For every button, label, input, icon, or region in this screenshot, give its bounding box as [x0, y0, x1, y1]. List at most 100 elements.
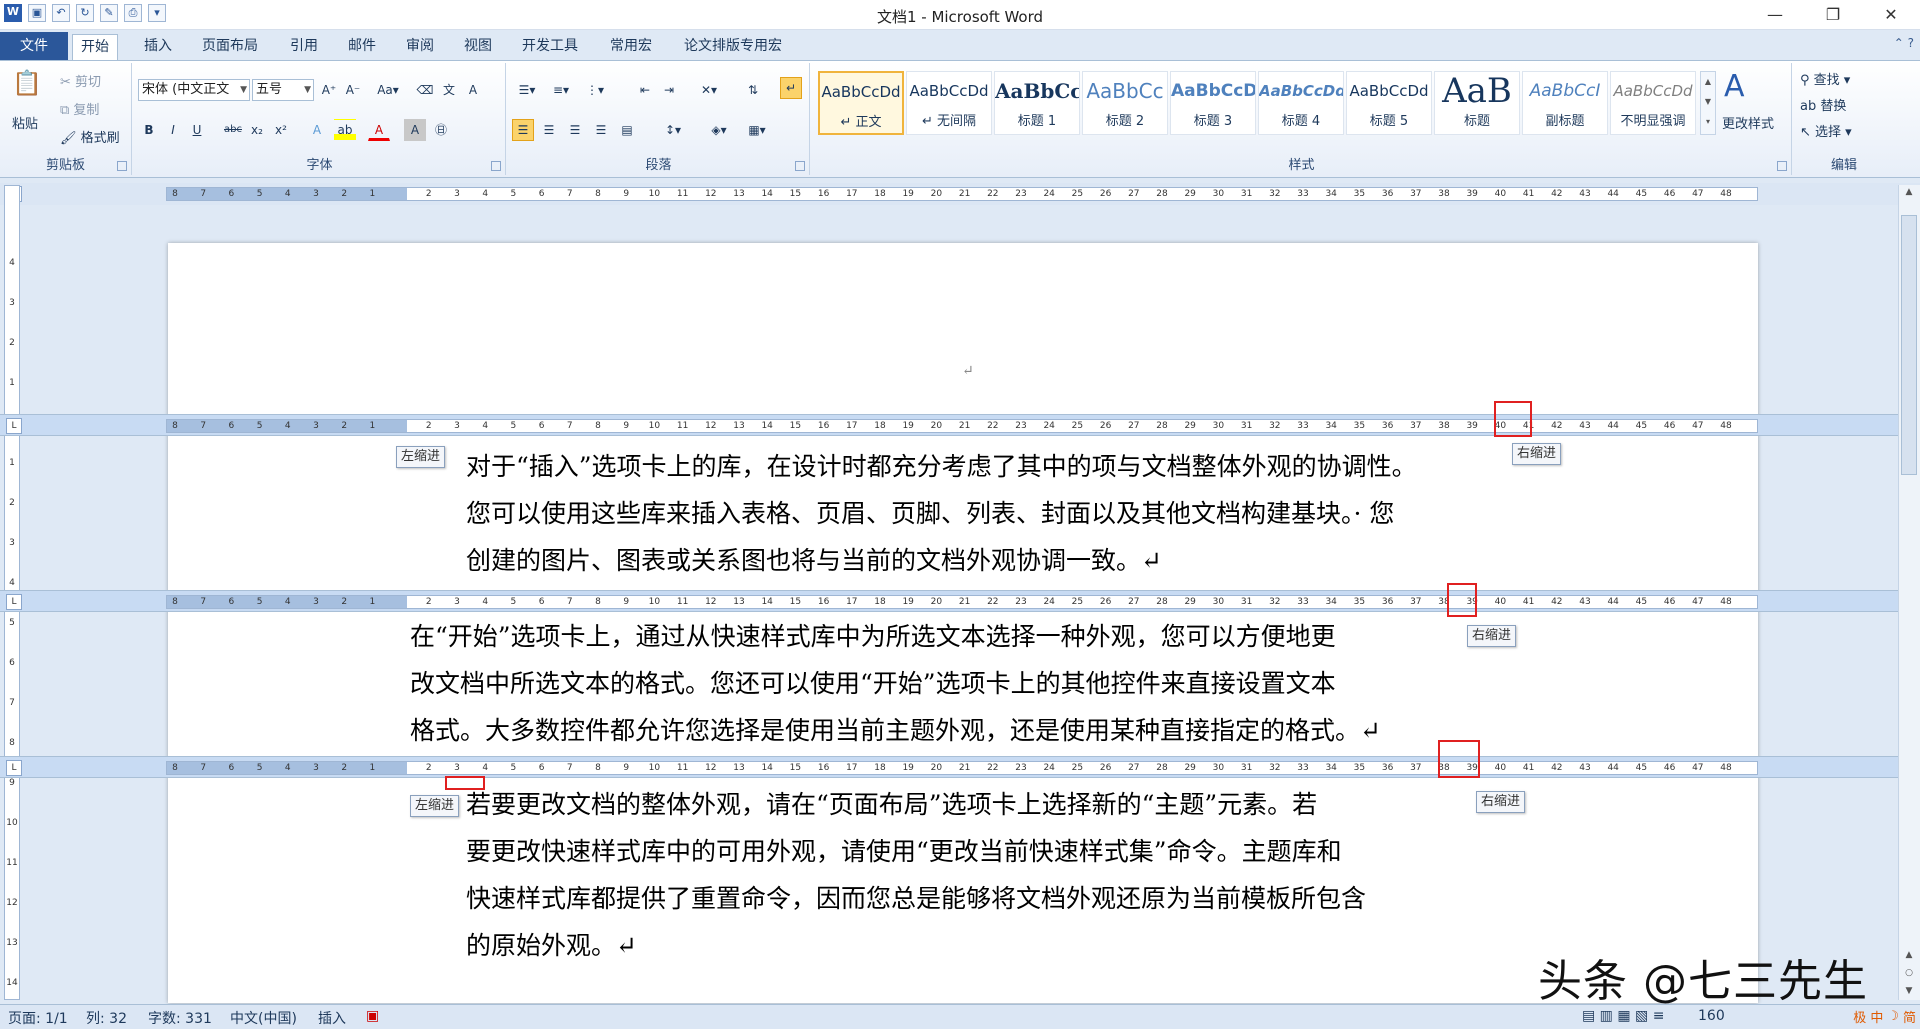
- paste-button[interactable]: 粘贴: [12, 113, 38, 132]
- char-border-icon[interactable]: A: [462, 79, 484, 101]
- char-shading-icon[interactable]: A: [404, 119, 426, 141]
- prev-page-icon[interactable]: ▲: [1899, 950, 1919, 960]
- clipboard-launcher-icon[interactable]: [117, 161, 127, 171]
- bullets-icon[interactable]: ☰▾: [512, 79, 542, 101]
- font-launcher-icon[interactable]: [491, 161, 501, 171]
- style-subtitle[interactable]: AaBbCcI 副标题: [1522, 71, 1608, 135]
- macro-record-icon[interactable]: ▣: [366, 1008, 379, 1024]
- text-effects-icon[interactable]: A: [306, 119, 328, 141]
- paragraph-launcher-icon[interactable]: [795, 161, 805, 171]
- underline-button[interactable]: U: [186, 119, 208, 141]
- ime-moon-icon[interactable]: ☽: [1887, 1009, 1899, 1024]
- tab-file[interactable]: 文件: [0, 32, 68, 60]
- asian-layout-icon[interactable]: ✕▾: [694, 79, 724, 101]
- font-name-combo[interactable]: 宋体 (中文正文 ▼: [138, 79, 250, 101]
- find-button[interactable]: ⚲ 查找 ▾: [1800, 69, 1850, 88]
- style-no-spacing[interactable]: AaBbCcDd ↵ 无间隔: [906, 71, 992, 135]
- subscript-button[interactable]: x₂: [246, 119, 268, 141]
- shading-icon[interactable]: ◈▾: [704, 119, 734, 141]
- horizontal-ruler[interactable]: L 87654321234567891011121314151617181920…: [0, 183, 1920, 205]
- print-preview-icon[interactable]: ⎙: [124, 4, 142, 22]
- align-center-icon[interactable]: ☰: [538, 119, 560, 141]
- change-styles-icon[interactable]: A: [1724, 69, 1745, 104]
- word-logo-icon[interactable]: W: [4, 4, 22, 22]
- tab-common-macros[interactable]: 常用宏: [602, 34, 660, 60]
- style-heading-4[interactable]: AaBbCcDd 标题 4: [1258, 71, 1344, 135]
- style-title[interactable]: AaB 标题: [1434, 71, 1520, 135]
- tab-selector[interactable]: L: [6, 594, 22, 610]
- show-marks-icon[interactable]: ↵: [780, 77, 802, 99]
- ime-toolbar[interactable]: 极 中 ☽ 简: [1853, 1004, 1916, 1029]
- numbering-icon[interactable]: ≡▾: [546, 79, 576, 101]
- multilevel-list-icon[interactable]: ⋮▾: [580, 79, 610, 101]
- next-page-icon[interactable]: ▼: [1899, 986, 1919, 996]
- styles-gallery-scroll[interactable]: ▲ ▼ ▾: [1700, 71, 1716, 135]
- replace-button[interactable]: ab 替换: [1800, 95, 1846, 114]
- status-language[interactable]: 中文(中国): [230, 1008, 297, 1028]
- paragraph-1-line-2[interactable]: 您可以使用这些库来插入表格、页眉、页脚、列表、封面以及其他文档构建基块。· 您: [466, 490, 1394, 537]
- tab-insert[interactable]: 插入: [136, 34, 180, 60]
- clear-format-icon[interactable]: ⌫: [414, 79, 436, 101]
- minimize-button[interactable]: —: [1746, 0, 1804, 30]
- ime-logo[interactable]: 极: [1853, 1007, 1866, 1026]
- close-button[interactable]: ✕: [1862, 0, 1920, 30]
- tab-selector[interactable]: L: [6, 760, 22, 776]
- decrease-indent-icon[interactable]: ⇤: [634, 79, 656, 101]
- ruler-bar[interactable]: 8 7 6 5 4 3 2 1 2 3 4 5 6 7 8 9 10 11 12 13 14 15 16 17 18 19 20 21…: [166, 595, 1758, 609]
- ruler-bar[interactable]: 8 7 6 5 4 3 2 1 2 3 4 5 6 7 8 9 10 11 12 13 14 15 16 17 18 19 20 21…: [166, 761, 1758, 775]
- style-normal[interactable]: AaBbCcDd ↵ 正文: [818, 71, 904, 135]
- distributed-icon[interactable]: ▤: [616, 119, 638, 141]
- sort-icon[interactable]: ⇅: [742, 79, 764, 101]
- tab-home[interactable]: 开始: [72, 34, 118, 61]
- grow-font-icon[interactable]: A⁺: [318, 79, 340, 101]
- phonetic-guide-icon[interactable]: 文: [438, 79, 460, 101]
- copy-button[interactable]: ⧉ 复制: [60, 99, 99, 118]
- paragraph-3-line-1[interactable]: 若要更改文档的整体外观，请在“页面布局”选项卡上选择新的“主题”元素。若: [466, 781, 1317, 828]
- document-page[interactable]: ↵ 对于“插入”选项卡上的库，在设计时都充分考虑了其中的项与文档整体外观的协调性…: [168, 243, 1758, 1003]
- restore-button[interactable]: ❐: [1804, 0, 1862, 30]
- ime-simplified[interactable]: 简: [1903, 1007, 1916, 1026]
- tab-references[interactable]: 引用: [282, 34, 326, 60]
- tab-view[interactable]: 视图: [456, 34, 500, 60]
- browse-object-icon[interactable]: ○: [1899, 968, 1919, 978]
- paragraph-3-line-3[interactable]: 快速样式库都提供了重置命令，因而您总是能够将文档外观还原为当前模板所包含: [466, 875, 1366, 922]
- style-heading-3[interactable]: AaBbCcD 标题 3: [1170, 71, 1256, 135]
- strikethrough-button[interactable]: abc: [222, 119, 244, 141]
- undo-icon[interactable]: ↶: [52, 4, 70, 22]
- paragraph-2-line-2[interactable]: 改文档中所选文本的格式。您还可以使用“开始”选项卡上的其他控件来直接设置文本: [410, 660, 1336, 707]
- redo-icon[interactable]: ↻: [76, 4, 94, 22]
- shrink-font-icon[interactable]: A⁻: [342, 79, 364, 101]
- ruler-bar[interactable]: 8 7 6 5 4 3 2 1 2 3 4 5 6 7 8 9 10 11 12 13 14 15 16 17 18 19 20 21…: [166, 187, 1758, 201]
- cut-button[interactable]: ✂ 剪切: [60, 71, 101, 90]
- ruler-overlay-2[interactable]: L 8 7 6 5 4 3 2 1 2 3 4 5 6 7 8 9 10 11 12 13 14 15 16 17 18 19 20…: [0, 590, 1920, 612]
- tab-selector[interactable]: L: [6, 418, 22, 434]
- change-case-icon[interactable]: Aa▾: [372, 79, 404, 101]
- tab-thesis-macros[interactable]: 论文排版专用宏: [676, 34, 790, 60]
- paragraph-1-line-3[interactable]: 创建的图片、图表或关系图也将与当前的文档外观协调一致。↵: [466, 537, 1162, 584]
- align-left-icon[interactable]: ☰: [512, 119, 534, 141]
- style-heading-5[interactable]: AaBbCcDd 标题 5: [1346, 71, 1432, 135]
- help-icon[interactable]: ⌃ ?: [1894, 36, 1914, 50]
- status-insert-mode[interactable]: 插入: [318, 1008, 346, 1028]
- status-column[interactable]: 列: 32: [86, 1008, 127, 1028]
- paragraph-2-line-3[interactable]: 格式。大多数控件都允许您选择是使用当前主题外观，还是使用某种直接指定的格式。↵: [410, 707, 1381, 754]
- paragraph-1-line-1[interactable]: 对于“插入”选项卡上的库，在设计时都充分考虑了其中的项与文档整体外观的协调性。: [466, 443, 1417, 490]
- ruler-overlay-3[interactable]: L 8 7 6 5 4 3 2 1 2 3 4 5 6 7 8 9 10 11 12 13 14 15 16 17 18 19 20…: [0, 756, 1920, 778]
- tab-mailings[interactable]: 邮件: [340, 34, 384, 60]
- line-spacing-icon[interactable]: ↕▾: [658, 119, 688, 141]
- format-icon[interactable]: ✎: [100, 4, 118, 22]
- paragraph-3-line-4[interactable]: 的原始外观。↵: [466, 922, 637, 969]
- highlight-icon[interactable]: ab: [334, 119, 356, 141]
- paragraph-3-line-2[interactable]: 要更改快速样式库中的可用外观，请使用“更改当前快速样式集”命令。主题库和: [466, 828, 1342, 875]
- vertical-scrollbar[interactable]: ▲ ▲ ○ ▼: [1898, 185, 1920, 1000]
- justify-icon[interactable]: ☰: [590, 119, 612, 141]
- borders-icon[interactable]: ▦▾: [742, 119, 772, 141]
- format-painter-button[interactable]: 🖌 格式刷: [60, 127, 120, 146]
- change-styles-button[interactable]: 更改样式: [1722, 113, 1774, 132]
- select-button[interactable]: ↖ 选择 ▾: [1800, 121, 1852, 140]
- scrollbar-thumb[interactable]: [1901, 215, 1917, 475]
- bold-button[interactable]: B: [138, 119, 160, 141]
- ime-chinese[interactable]: 中: [1870, 1007, 1883, 1026]
- style-heading-2[interactable]: AaBbCc 标题 2: [1082, 71, 1168, 135]
- font-size-combo[interactable]: 五号 ▼: [252, 79, 314, 101]
